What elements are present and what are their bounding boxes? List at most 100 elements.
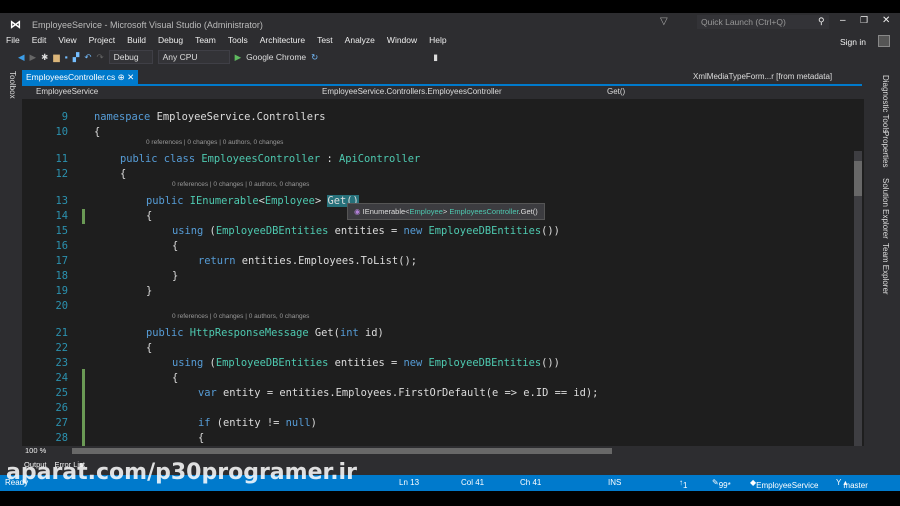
close-button[interactable]: ✕ [882, 15, 890, 26]
code-token: ApiController [338, 153, 421, 165]
code-token: using [172, 225, 210, 237]
menu-build[interactable]: Build [121, 35, 152, 49]
project-dropdown[interactable]: EmployeeService [36, 87, 98, 96]
tab-employees-controller[interactable]: EmployeesController.cs ⊕ ✕ [22, 70, 139, 84]
tab-preview[interactable]: XmlMediaTypeForm...r [from metadata] [693, 72, 832, 81]
method-icon: ◉ [354, 207, 361, 216]
code-token: EmployeeDBEntities [215, 225, 329, 237]
menu-project[interactable]: Project [83, 35, 121, 49]
menu-bar: File Edit View Project Build Debug Team Tools Ar… [0, 35, 453, 49]
menu-view[interactable]: View [52, 35, 82, 49]
menu-test[interactable]: Test [311, 35, 339, 49]
save-icon[interactable]: ▪ [65, 52, 68, 62]
save-all-icon[interactable]: ▞ [73, 52, 80, 63]
menu-help[interactable]: Help [423, 35, 452, 49]
line-number: 14 [55, 210, 68, 222]
menu-window[interactable]: Window [381, 35, 423, 49]
code-line: public class EmployeesController : ApiCo… [120, 153, 420, 165]
status-changes[interactable]: ✎ 99* [712, 478, 731, 490]
play-icon[interactable]: ▶ [235, 52, 242, 63]
tab-close-icon[interactable]: ✕ [127, 72, 134, 82]
line-number: 25 [55, 387, 68, 399]
line-number: 19 [55, 285, 68, 297]
sign-in-link[interactable]: Sign in [840, 37, 866, 47]
status-branch[interactable]: Y master ▴ [836, 478, 868, 490]
code-line: } [172, 270, 178, 282]
menu-architecture[interactable]: Architecture [254, 35, 311, 49]
code-line: { [172, 240, 178, 252]
vertical-scrollbar[interactable] [854, 151, 862, 446]
visual-studio-window: ⋈ EmployeeService - Microsoft Visual Stu… [0, 13, 900, 491]
config-select[interactable]: Debug [108, 50, 153, 64]
forward-icon[interactable]: ▶ [30, 52, 37, 63]
repo-name: EmployeeService [756, 481, 819, 490]
code-token: namespace [94, 111, 157, 123]
code-line: { [120, 168, 126, 180]
open-icon[interactable]: ▆ [53, 52, 60, 63]
status-repo[interactable]: ◆ EmployeeService [750, 478, 818, 490]
line-number: 21 [55, 327, 68, 339]
account-icon[interactable] [878, 35, 890, 47]
zoom-select[interactable]: 100 % [25, 446, 46, 455]
change-marker [82, 369, 85, 446]
code-line: var entity = entities.Employees.FirstOrD… [198, 387, 598, 399]
undo-icon[interactable]: ↶ [84, 52, 91, 63]
minimize-button[interactable]: – [840, 15, 846, 26]
code-token: var [198, 387, 224, 399]
code-line: { [146, 210, 152, 222]
code-lens[interactable]: 0 references | 0 changes | 0 authors, 0 … [172, 313, 309, 320]
code-editor[interactable]: 9 namespace EmployeeService.Controllers 10… [22, 99, 864, 446]
side-panel-tab[interactable]: Diagnostic Tools [881, 75, 890, 133]
code-token: public [146, 327, 190, 339]
code-line: using (EmployeeDBEntities entities = new… [172, 357, 560, 369]
code-token: ()) [541, 357, 560, 369]
code-token: EmployeeDBEntities [428, 225, 542, 237]
scroll-thumb[interactable] [854, 161, 862, 196]
code-lens[interactable]: 0 references | 0 changes | 0 authors, 0 … [172, 181, 309, 188]
code-line: { [198, 432, 204, 444]
feedback-icon[interactable]: ▽ [660, 16, 668, 27]
back-icon[interactable]: ◀ [18, 52, 25, 63]
code-token: ) [310, 417, 317, 429]
refresh-icon[interactable]: ↻ [311, 52, 318, 63]
navigation-bar: EmployeeService EmployeeService.Controll… [22, 86, 862, 98]
redo-icon[interactable]: ↷ [96, 52, 103, 63]
side-panel-tab[interactable]: Solution Explorer [881, 178, 890, 239]
side-panel-tab[interactable]: Properties [881, 131, 890, 167]
horizontal-scrollbar[interactable] [72, 448, 612, 454]
menu-analyze[interactable]: Analyze [339, 35, 381, 49]
code-token: entities.Employees.ToList(); [241, 255, 417, 267]
code-token: public [146, 195, 190, 207]
code-token: null [285, 417, 311, 429]
code-token: HttpResponseMessage [189, 327, 309, 339]
quick-launch-input[interactable]: Quick Launch (Ctrl+Q) [697, 15, 829, 29]
menu-edit[interactable]: Edit [26, 35, 53, 49]
side-panel-tab[interactable]: Team Explorer [881, 243, 890, 295]
code-token: EmployeeService.Controllers [156, 111, 326, 123]
pin-icon[interactable]: ⊕ [118, 72, 125, 82]
menu-file[interactable]: File [0, 35, 26, 49]
platform-select[interactable]: Any CPU [157, 50, 230, 64]
menu-team[interactable]: Team [189, 35, 222, 49]
run-target-button[interactable]: Google Chrome [246, 52, 306, 62]
member-dropdown[interactable]: Get() [607, 87, 625, 96]
status-pushes[interactable]: ↑ 1 [679, 478, 687, 490]
class-dropdown[interactable]: EmployeeService.Controllers.EmployeesCon… [322, 87, 502, 96]
toolbar: ◀ ▶ ✱ ▆ ▪ ▞ ↶ ↷ Debug Any CPU ▶ Google C… [18, 50, 438, 64]
line-number: 18 [55, 270, 68, 282]
bookmark-icon[interactable]: ▮ [433, 52, 438, 63]
code-token: IEnumerable [189, 195, 259, 207]
toolbox-panel-tab[interactable]: Toolbox [8, 71, 17, 99]
new-project-icon[interactable]: ✱ [41, 52, 48, 63]
line-number: 26 [55, 402, 68, 414]
restore-button[interactable]: ❐ [860, 15, 868, 26]
code-lens[interactable]: 0 references | 0 changes | 0 authors, 0 … [146, 139, 283, 146]
code-token: { [94, 126, 101, 138]
code-token: (entity != [216, 417, 286, 429]
status-col: Col 41 [461, 478, 485, 487]
code-token: if [198, 417, 217, 429]
code-token: new [403, 225, 429, 237]
change-marker [82, 209, 85, 224]
menu-tools[interactable]: Tools [222, 35, 254, 49]
menu-debug[interactable]: Debug [152, 35, 189, 49]
